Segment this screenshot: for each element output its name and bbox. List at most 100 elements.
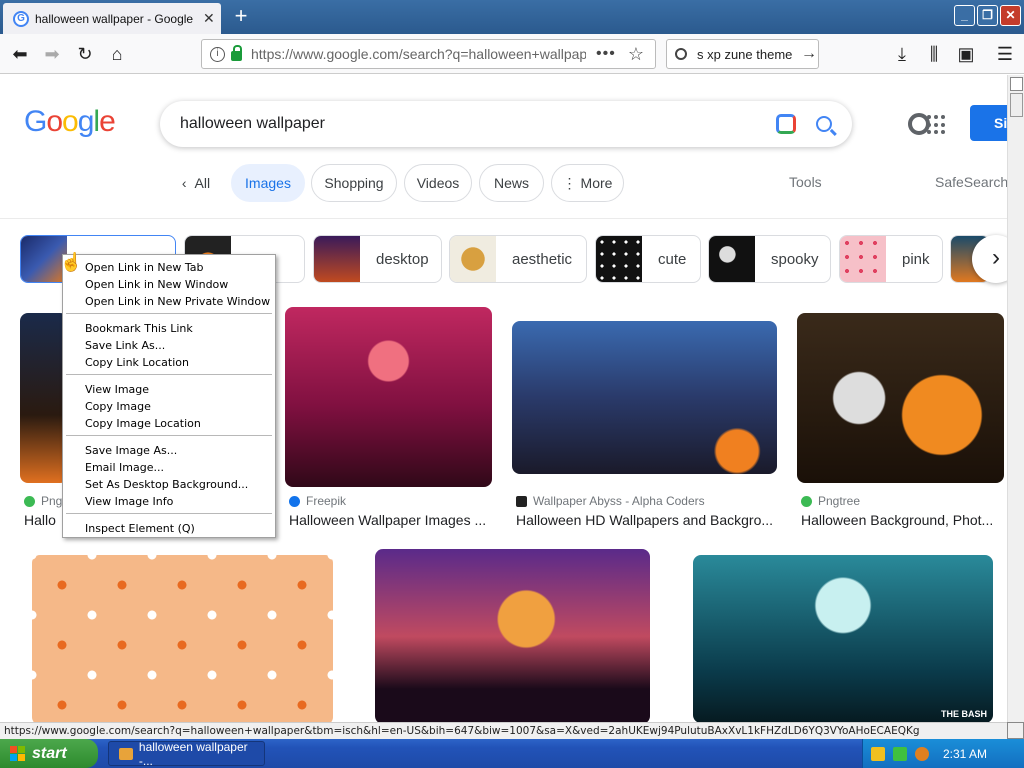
source-favicon-icon [24, 495, 35, 507]
scroll-up-button[interactable] [1010, 77, 1023, 91]
page-actions-icon[interactable]: ••• [596, 45, 616, 63]
context-menu-item[interactable]: Save Image As... [85, 442, 177, 459]
forward-button[interactable]: ➡ [38, 40, 66, 68]
search-icon [675, 48, 687, 60]
context-menu-item[interactable]: View Image Info [85, 493, 173, 510]
filter-news[interactable]: News [479, 164, 544, 202]
suggestion-chip[interactable]: pink [839, 235, 943, 283]
menu-icon[interactable]: ☰ [991, 40, 1019, 68]
network-icon[interactable] [893, 746, 907, 761]
suggestion-thumbnail [450, 236, 496, 282]
security-shield-icon[interactable] [871, 746, 885, 761]
source-favicon-icon [289, 495, 300, 507]
url-text[interactable]: https://www.google.com/search?q=hallowee… [251, 46, 586, 62]
scroll-thumb[interactable] [1010, 93, 1023, 117]
start-button[interactable]: start [0, 739, 98, 768]
result-image[interactable] [375, 549, 650, 722]
info-icon[interactable]: i [210, 46, 225, 62]
close-tab-icon[interactable]: ✕ [203, 10, 215, 27]
context-menu-item[interactable]: Open Link in New Tab [85, 259, 204, 276]
bookmark-star-icon[interactable]: ☆ [628, 44, 644, 65]
tab-active[interactable]: G halloween wallpaper - Google Search ✕ [3, 3, 221, 34]
tools-link[interactable]: Tools [789, 174, 822, 190]
context-menu-item[interactable]: Email Image... [85, 459, 164, 476]
search-query[interactable]: halloween wallpaper [180, 115, 776, 133]
image-watermark: THE BASH [940, 709, 987, 719]
maximize-button[interactable]: ❐ [977, 5, 998, 26]
result-image[interactable] [285, 307, 492, 487]
context-menu-item[interactable]: Open Link in New Private Window [85, 293, 270, 310]
sidebar-icon[interactable]: ▣ [952, 40, 980, 68]
filter-all[interactable]: ‹ All [168, 164, 224, 202]
context-menu-item[interactable]: Bookmark This Link [85, 320, 193, 337]
context-menu-item[interactable]: Copy Image Location [85, 415, 201, 432]
google-search-box[interactable]: halloween wallpaper [160, 101, 852, 147]
apps-grid-icon[interactable] [927, 115, 947, 135]
context-menu-item[interactable]: Save Link As... [85, 337, 165, 354]
new-tab-button[interactable]: + [228, 4, 254, 30]
filter-videos[interactable]: Videos [404, 164, 472, 202]
url-bar[interactable]: i https://www.google.com/search?q=hallow… [201, 39, 656, 69]
result-source: Pngt [24, 494, 66, 508]
result-title[interactable]: Halloween HD Wallpapers and Backgro... [516, 512, 778, 528]
minimize-button[interactable]: _ [954, 5, 975, 26]
close-window-button[interactable]: ✕ [1000, 5, 1021, 26]
suggestion-chip[interactable]: spooky [708, 235, 831, 283]
menu-separator [66, 374, 272, 375]
suggestion-thumbnail [709, 236, 755, 282]
back-button[interactable]: ⬅ [6, 40, 34, 68]
home-button[interactable]: ⌂ [103, 40, 131, 68]
suggestion-chip[interactable]: aesthetic [449, 235, 587, 283]
browser-window-icon [119, 747, 133, 760]
suggestion-thumbnail [314, 236, 360, 282]
google-logo[interactable]: Google [24, 105, 116, 139]
filter-bar: ‹ All Images Shopping Videos News ⋮ More T… [0, 164, 1007, 204]
result-image[interactable] [20, 313, 68, 483]
mouse-cursor-icon: ☝ [60, 252, 83, 272]
sign-in-button[interactable]: Si [970, 105, 1007, 141]
lock-icon [231, 45, 242, 61]
taskbar: start halloween wallpaper -... 2:31 AM [0, 739, 1024, 768]
suggestion-chip[interactable]: cute [595, 235, 701, 283]
filter-more[interactable]: ⋮ More [551, 164, 624, 202]
result-source: Wallpaper Abyss - Alpha Coders [516, 494, 705, 508]
taskbar-item-browser[interactable]: halloween wallpaper -... [108, 740, 265, 768]
search-icon[interactable] [816, 116, 832, 132]
result-source: Freepik [289, 494, 346, 508]
context-menu-item[interactable]: Inspect Element (Q) [85, 520, 195, 537]
search-tray-icon[interactable] [915, 746, 929, 761]
safesearch-link[interactable]: SafeSearch [935, 174, 1007, 190]
context-menu-item[interactable]: Copy Link Location [85, 354, 189, 371]
result-title[interactable]: Halloween Background, Phot... [801, 512, 1001, 528]
context-menu-item[interactable]: Set As Desktop Background... [85, 476, 248, 493]
result-image[interactable]: THE BASH [693, 555, 993, 722]
result-image[interactable] [512, 321, 777, 474]
library-icon[interactable]: ⫼ [920, 40, 948, 68]
lens-icon[interactable] [776, 114, 796, 134]
system-tray: 2:31 AM [862, 739, 1024, 768]
browser-search-box[interactable]: s xp zune theme → [666, 39, 819, 69]
browser-search-text[interactable]: s xp zune theme [697, 47, 799, 62]
result-image[interactable] [797, 313, 1004, 483]
result-image[interactable] [32, 555, 333, 722]
filter-shopping[interactable]: Shopping [311, 164, 397, 202]
context-menu-item[interactable]: View Image [85, 381, 149, 398]
context-menu-item[interactable]: Open Link in New Window [85, 276, 228, 293]
vertical-scrollbar[interactable] [1007, 75, 1024, 722]
status-url: https://www.google.com/search?q=hallowee… [0, 722, 1007, 739]
menu-separator [66, 313, 272, 314]
reload-button[interactable]: ↻ [71, 40, 99, 68]
suggestion-chip[interactable]: desktop [313, 235, 442, 283]
downloads-icon[interactable]: ⤓ [888, 40, 916, 68]
filter-images[interactable]: Images [231, 164, 305, 202]
context-menu: Open Link in New Tab Open Link in New Win… [62, 254, 276, 538]
result-title[interactable]: Halloween Wallpaper Images ... [289, 512, 494, 528]
windows-logo-icon [10, 745, 26, 762]
menu-separator [66, 435, 272, 436]
go-arrow-icon[interactable]: → [801, 45, 817, 63]
tab-bar: G halloween wallpaper - Google Search ✕ … [0, 0, 1024, 34]
context-menu-item[interactable]: Copy Image [85, 398, 151, 415]
source-favicon-icon [516, 495, 527, 507]
source-favicon-icon [801, 495, 812, 507]
result-title[interactable]: Hallo [24, 512, 64, 528]
